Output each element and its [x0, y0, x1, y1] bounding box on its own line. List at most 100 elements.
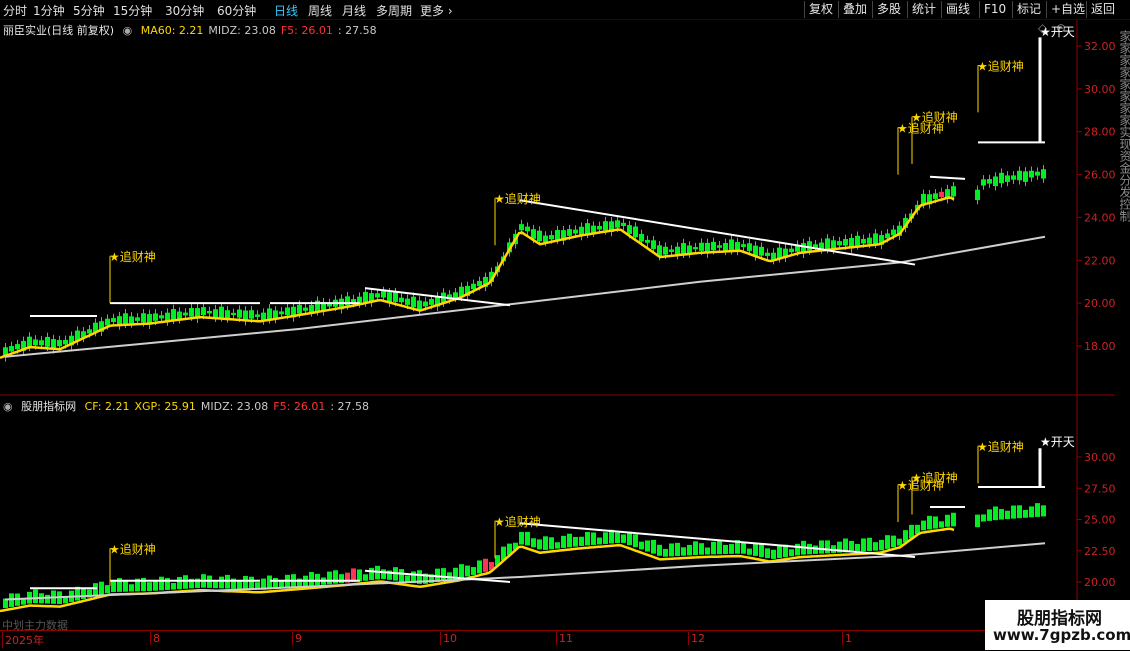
open-label: ★开天	[1040, 25, 1075, 39]
sub-bar	[153, 580, 158, 591]
sub-bar	[675, 542, 680, 557]
sub-bar	[1041, 505, 1046, 517]
tab-0[interactable]: 分时	[3, 2, 27, 19]
sub-bar	[927, 515, 932, 530]
toolbar-button-4[interactable]: 画线	[941, 1, 974, 18]
sub-bar	[93, 583, 98, 597]
sub-bar	[267, 575, 272, 590]
signal-label: ★追财神	[911, 110, 958, 125]
sub-bar	[891, 535, 896, 548]
sub-bar	[159, 576, 164, 591]
x-axis-label: 2025年	[2, 632, 44, 648]
sub-bar	[693, 541, 698, 556]
resistance-line	[929, 175, 966, 180]
kline-chart[interactable]: ★追财神★追财神★追财神★追财神★追财神★开天 ★追财神★追财神★追财神★追财神…	[0, 20, 1115, 650]
time-axis: 2025年 8 9 10 11 12 1 中划主力数据	[0, 619, 985, 651]
sub-bar	[525, 531, 530, 546]
sub-bar	[81, 588, 86, 600]
watermark-url: www.7gpzb.com	[993, 626, 1130, 644]
tab-6[interactable]: 日线	[274, 2, 298, 19]
period-toolbar: 分时 1分钟 5分钟 15分钟 30分钟 60分钟 日线 周线 月线 多周期 更多 › 复权 叠加 多股…	[0, 0, 1130, 20]
y-tick-label: 22.00	[1084, 254, 1115, 267]
sub-bar	[897, 538, 902, 546]
sub-bar	[771, 549, 776, 559]
sub-bar	[855, 543, 860, 552]
sub-bar	[129, 584, 134, 592]
tab-5[interactable]: 60分钟	[217, 2, 256, 19]
sub-bar	[885, 535, 890, 549]
sub-bar	[999, 509, 1004, 520]
sub-bar	[483, 558, 488, 572]
sub-bar	[543, 536, 548, 550]
sub-bar	[447, 572, 452, 580]
tab-4[interactable]: 30分钟	[165, 2, 204, 19]
sub-bar	[1017, 505, 1022, 519]
sub-bar	[459, 564, 464, 578]
sub-bar	[645, 540, 650, 552]
signal-label: ★追财神	[494, 191, 541, 206]
toolbar-button-1[interactable]: 叠加	[838, 1, 871, 18]
sub-bar	[819, 540, 824, 554]
y-tick-label: 28.00	[1084, 126, 1115, 139]
x-axis-label: 1	[842, 632, 852, 645]
sub-bar	[171, 583, 176, 590]
toolbar-button-0[interactable]: 复权	[804, 1, 837, 18]
sub-bar	[591, 532, 596, 545]
sub-bar	[861, 538, 866, 552]
x-axis-label: 9	[292, 632, 302, 645]
sub-bar	[699, 543, 704, 555]
sub-bar	[45, 594, 50, 604]
tab-10[interactable]: 更多 ›	[420, 2, 453, 19]
sub-bar	[1035, 503, 1040, 517]
tab-7[interactable]: 周线	[308, 2, 332, 19]
y-tick-label: 32.00	[1084, 40, 1115, 53]
sub-bar	[975, 514, 980, 528]
y-tick-label: 20.00	[1084, 576, 1115, 589]
sub-bar	[369, 567, 374, 581]
toolbar-button-8[interactable]: 返回	[1086, 1, 1119, 18]
toolbar-button-2[interactable]: 多股	[872, 1, 905, 18]
sub-bar	[705, 547, 710, 555]
sub-bar	[357, 569, 362, 582]
sub-bar	[555, 542, 560, 549]
sub-bar	[627, 531, 632, 546]
sub-bar	[687, 544, 692, 556]
toolbar-button-5[interactable]: F10	[979, 1, 1010, 18]
sub-bar	[471, 567, 476, 575]
sub-midz-line	[4, 542, 1046, 601]
sub-bar	[795, 543, 800, 556]
y-tick-label: 20.00	[1084, 297, 1115, 310]
sub-bar	[585, 531, 590, 546]
tab-3[interactable]: 15分钟	[113, 2, 152, 19]
x-axis-label: 10	[440, 632, 457, 645]
tab-2[interactable]: 5分钟	[73, 2, 105, 19]
sub-bar	[753, 543, 758, 556]
sub-bar	[639, 541, 644, 550]
sub-bar	[213, 581, 218, 589]
sub-bar	[987, 509, 992, 521]
sub-bar	[933, 516, 938, 529]
sub-bar	[399, 569, 404, 582]
right-info-sidebar[interactable]: 家家家家家家家家实现资金分发控制	[1115, 20, 1130, 630]
sub-bar	[597, 537, 602, 545]
sub-bar	[537, 539, 542, 550]
sub-bar	[105, 585, 110, 594]
tab-8[interactable]: 月线	[342, 2, 366, 19]
signal-label: ★追财神	[977, 58, 1024, 73]
sub-bar	[945, 514, 950, 527]
sub-bar	[567, 533, 572, 548]
sub-signal-label: ★追财神	[109, 541, 156, 556]
sub-bar	[219, 576, 224, 589]
sub-bar	[549, 537, 554, 550]
sub-bar	[879, 539, 884, 551]
sub-bar	[519, 531, 524, 545]
tab-1[interactable]: 1分钟	[33, 2, 65, 19]
toolbar-button-3[interactable]: 统计	[907, 1, 940, 18]
sub-bar	[177, 576, 182, 590]
toolbar-button-6[interactable]: 标记	[1012, 1, 1045, 18]
toolbar-button-7[interactable]: +自选	[1046, 1, 1089, 18]
sub-bar	[813, 545, 818, 554]
footer-note: 中划主力数据	[2, 619, 68, 632]
sub-bar	[849, 540, 854, 552]
tab-9[interactable]: 多周期	[376, 2, 412, 19]
